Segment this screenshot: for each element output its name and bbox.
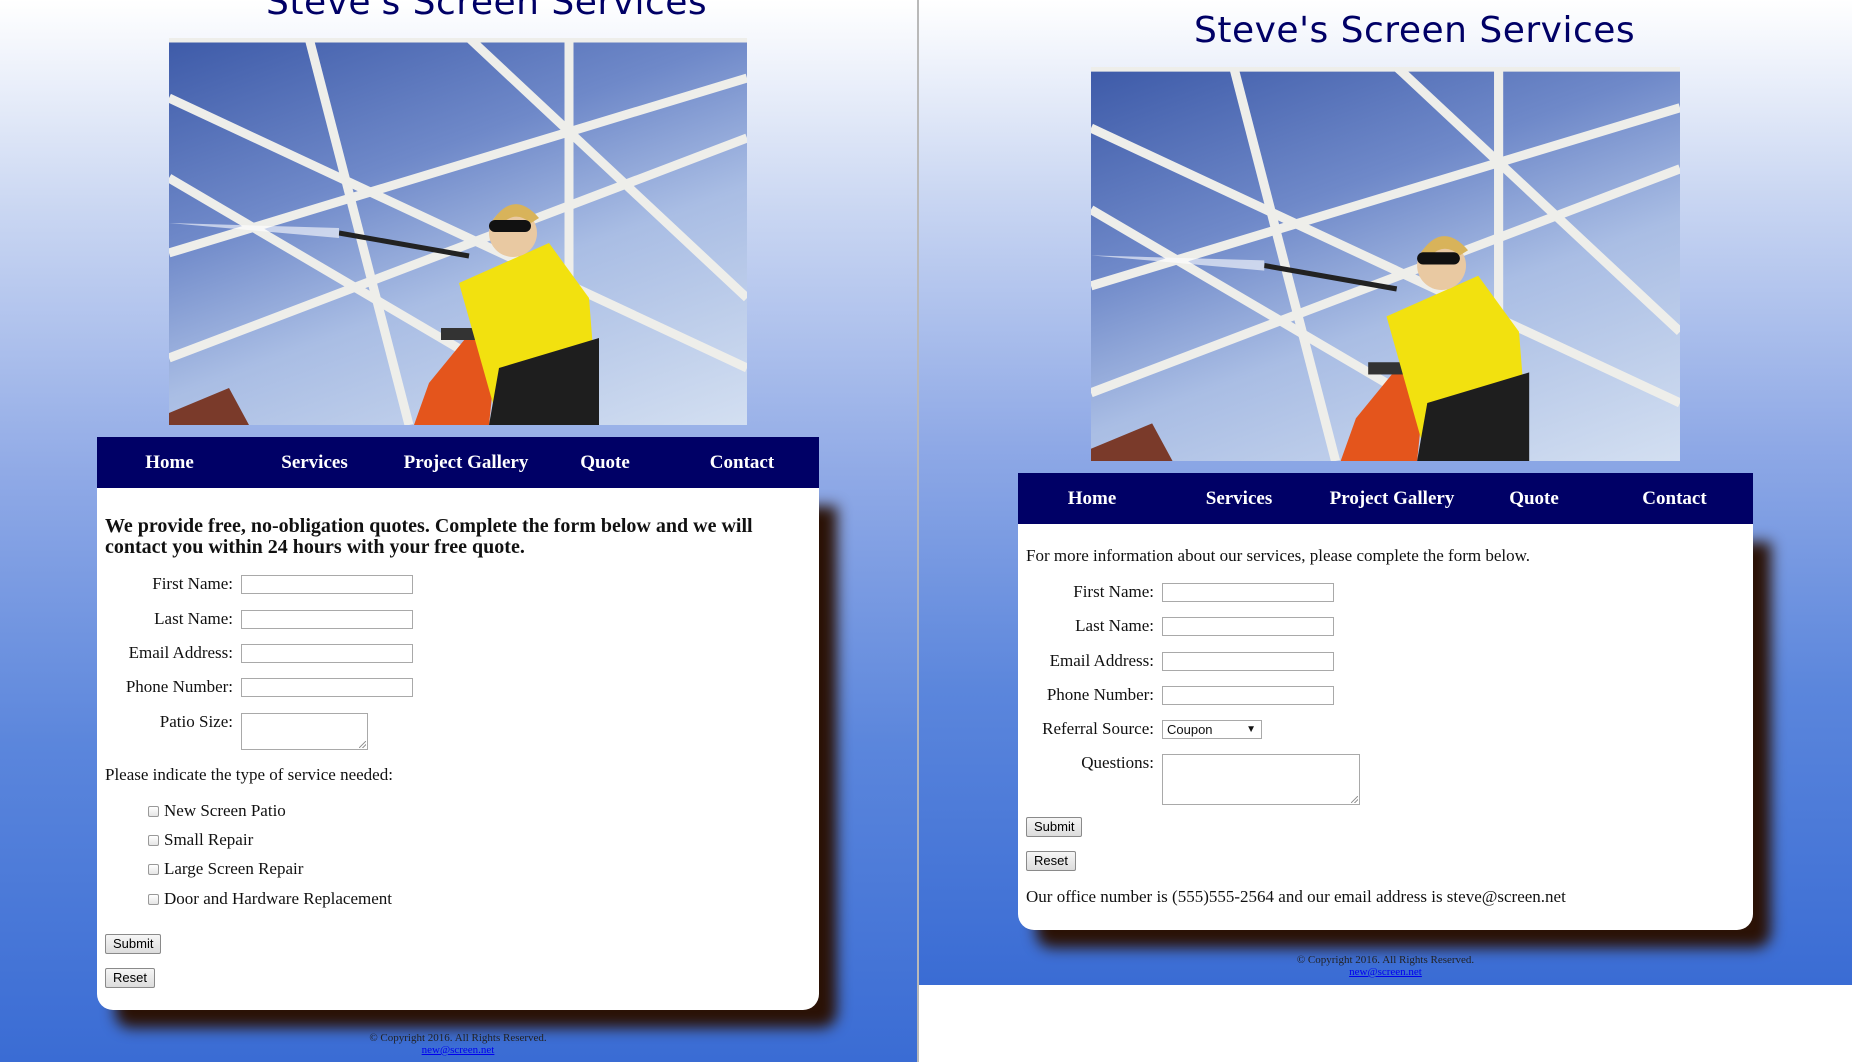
first-name-input[interactable] (1162, 583, 1334, 602)
service-label: Door and Hardware Replacement (164, 889, 392, 908)
footer: © Copyright 2016. All Rights Reserved. n… (1018, 954, 1753, 978)
copyright-text: © Copyright 2016. All Rights Reserved. (369, 1032, 547, 1044)
form-row-referral: Referral Source: Coupon ▼ (1018, 718, 1262, 739)
form-row-first-name: First Name: (97, 573, 413, 594)
nav-services[interactable]: Services (242, 452, 387, 474)
service-label: Small Repair (164, 830, 254, 849)
service-prompt: Please indicate the type of service need… (105, 765, 393, 784)
last-name-input[interactable] (241, 610, 413, 629)
email-label: Email Address: (128, 643, 233, 662)
contact-page-pane: Steve's Screen Services Home Services Pr… (919, 0, 1852, 985)
hero-photo-graphic (1091, 67, 1680, 461)
referral-select[interactable]: Coupon ▼ (1162, 720, 1262, 739)
nav-project-gallery[interactable]: Project Gallery (1312, 488, 1472, 510)
footer: © Copyright 2016. All Rights Reserved. n… (97, 1032, 819, 1056)
form-row-questions: Questions: (1018, 752, 1360, 805)
last-name-label: Last Name: (154, 609, 233, 628)
main-nav: Home Services Project Gallery Quote Cont… (1018, 473, 1753, 524)
dropdown-arrow-icon: ▼ (1246, 724, 1256, 735)
footer-email-link[interactable]: new@screen.net (97, 1044, 819, 1056)
service-option-door-hardware[interactable]: Door and Hardware Replacement (148, 889, 392, 909)
hero-image (169, 38, 747, 425)
hero-image (1091, 67, 1680, 461)
submit-button[interactable]: Submit (1026, 817, 1083, 837)
submit-button[interactable]: Submit (105, 934, 162, 954)
phone-input[interactable] (1162, 686, 1334, 705)
form-row-phone: Phone Number: (1018, 684, 1334, 705)
hero-photo-graphic (169, 38, 747, 425)
quote-form-card: We provide free, no-obligation quotes. C… (97, 488, 819, 1010)
nav-home[interactable]: Home (97, 452, 242, 474)
first-name-label: First Name: (1073, 582, 1154, 601)
form-row-last-name: Last Name: (1018, 615, 1334, 636)
service-option-small-repair[interactable]: Small Repair (148, 830, 253, 850)
phone-label: Phone Number: (1046, 685, 1154, 704)
service-label: Large Screen Repair (164, 859, 304, 878)
checkbox[interactable] (148, 893, 159, 905)
first-name-input[interactable] (241, 575, 413, 594)
nav-project-gallery[interactable]: Project Gallery (387, 452, 545, 474)
checkbox[interactable] (148, 834, 159, 846)
patio-size-textarea[interactable] (241, 713, 368, 750)
reset-button[interactable]: Reset (1026, 851, 1076, 871)
questions-textarea[interactable] (1162, 754, 1360, 805)
last-name-label: Last Name: (1075, 616, 1154, 635)
form-row-email: Email Address: (1018, 650, 1334, 671)
contact-intro: For more information about our services,… (1026, 546, 1531, 565)
nav-quote[interactable]: Quote (1472, 488, 1596, 510)
service-option-large-screen-repair[interactable]: Large Screen Repair (148, 859, 303, 879)
email-input[interactable] (241, 644, 413, 663)
service-label: New Screen Patio (164, 801, 286, 820)
nav-services[interactable]: Services (1166, 488, 1312, 510)
form-row-patio-size: Patio Size: (97, 711, 368, 750)
questions-label: Questions: (1081, 753, 1154, 772)
quote-heading: We provide free, no-obligation quotes. C… (105, 515, 753, 558)
nav-quote[interactable]: Quote (545, 452, 665, 474)
checkbox[interactable] (148, 863, 159, 875)
form-row-phone: Phone Number: (97, 676, 413, 697)
reset-button[interactable]: Reset (105, 968, 155, 988)
service-option-new-screen-patio[interactable]: New Screen Patio (148, 801, 286, 821)
quote-page-pane: Steve's Screen Services Home Services Pr… (0, 0, 917, 1062)
footer-email-link[interactable]: new@screen.net (1018, 966, 1753, 978)
copyright-text: © Copyright 2016. All Rights Reserved. (1296, 954, 1475, 966)
patio-size-label: Patio Size: (159, 712, 233, 731)
email-input[interactable] (1162, 652, 1334, 671)
phone-input[interactable] (241, 678, 413, 697)
nav-contact[interactable]: Contact (665, 452, 819, 474)
nav-contact[interactable]: Contact (1596, 488, 1753, 510)
office-contact-line: Our office number is (555)555-2564 and o… (1026, 887, 1566, 906)
contact-form-card: For more information about our services,… (1018, 524, 1753, 930)
email-label: Email Address: (1049, 651, 1154, 670)
nav-home[interactable]: Home (1018, 488, 1166, 510)
first-name-label: First Name: (152, 574, 233, 593)
site-title: Steve's Screen Services (1194, 10, 1636, 51)
phone-label: Phone Number: (125, 677, 233, 696)
last-name-input[interactable] (1162, 617, 1334, 636)
form-row-last-name: Last Name: (97, 608, 413, 629)
main-nav: Home Services Project Gallery Quote Cont… (97, 437, 819, 488)
form-row-email: Email Address: (97, 642, 413, 663)
form-row-first-name: First Name: (1018, 581, 1334, 602)
referral-label: Referral Source: (1042, 719, 1154, 738)
checkbox[interactable] (148, 805, 159, 817)
referral-selected-value: Coupon (1167, 722, 1213, 737)
site-title: Steve's Screen Services (266, 0, 708, 23)
